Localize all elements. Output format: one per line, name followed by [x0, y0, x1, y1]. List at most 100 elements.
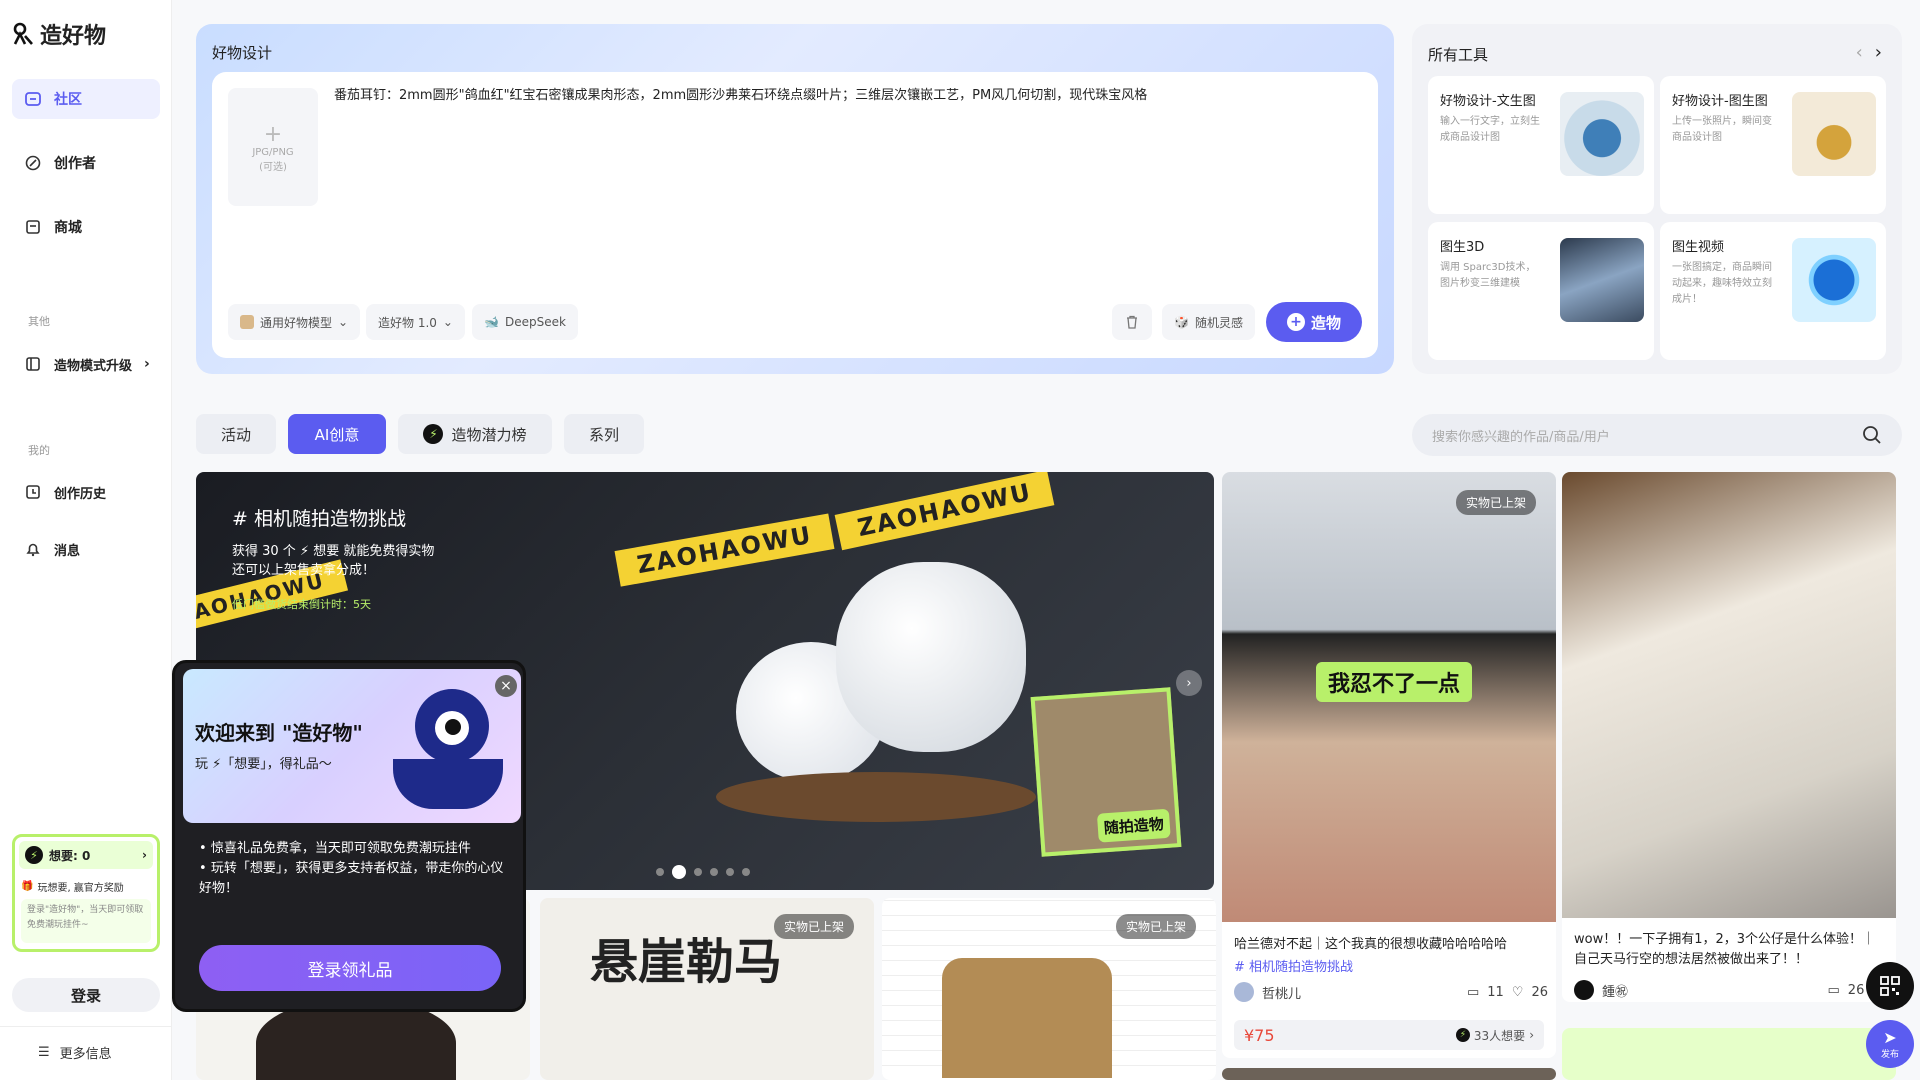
dot[interactable]	[672, 865, 686, 879]
avatar[interactable]	[1574, 980, 1594, 1000]
sidebar-item-messages[interactable]: 消息	[12, 529, 160, 569]
qr-code-button[interactable]	[1866, 962, 1914, 1010]
card-calligraphy: 悬崖勒马	[590, 934, 783, 990]
card-title: wow！！一下子拥有1，2，3个公仔是什么体验！｜自己天马行空的想法居然被做出来…	[1574, 932, 1876, 967]
comment-count: 11	[1487, 984, 1504, 1000]
feed-card[interactable]	[1222, 1068, 1556, 1080]
banner-sign: 随拍造物	[1030, 687, 1182, 857]
feed-card[interactable]	[1562, 1028, 1896, 1080]
tab-potential-rank[interactable]: ⚡ 造物潜力榜	[398, 414, 552, 454]
feed-card[interactable]: 实物已上架 我忍不了一点 哈兰德对不起｜这个我真的很想收藏哈哈哈哈哈 # 相机随…	[1222, 472, 1556, 1058]
design-input-area: + JPG/PNG (可选) 番茄耳钉：2mm圆形"鸽血红"红宝石密镶成果肉形态…	[212, 72, 1378, 358]
sidebar-item-history[interactable]: 创作历史	[12, 472, 160, 512]
user-name[interactable]: 哲桃儿	[1262, 983, 1301, 1002]
banner-platform	[716, 772, 1036, 822]
tool-card-img2video[interactable]: 图生视频 一张图搞定，商品瞬间动起来，趣味特效立刻成片！	[1660, 222, 1886, 360]
feed-card[interactable]: 悬崖勒马 实物已上架	[540, 898, 874, 1080]
model-icon	[240, 315, 254, 329]
delete-button[interactable]	[1112, 304, 1152, 340]
bullet-text: 玩转「想要」，获得更多支持者权益，带走你的心仪好物！	[199, 861, 504, 896]
comment-icon[interactable]: ▭	[1828, 983, 1840, 998]
modal-bullets: • 惊喜礼品免费拿，当天即可领取免费潮玩挂件 • 玩转「想要」，获得更多支持者权…	[199, 839, 509, 899]
search-icon[interactable]	[1862, 425, 1882, 445]
tool-title: 图生视频	[1672, 240, 1725, 255]
sidebar-item-creators[interactable]: 创作者	[12, 143, 160, 183]
feed-card[interactable]: 实物已上架	[882, 898, 1216, 1080]
bullet-item: • 惊喜礼品免费拿，当天即可领取免费潮玩挂件	[199, 841, 471, 856]
octopus-mascot	[415, 689, 489, 763]
upgrade-icon	[26, 357, 40, 371]
upload-image-button[interactable]: + JPG/PNG (可选)	[228, 88, 318, 206]
wish-desc: 登录"造好物"，当天即可领取免费潮玩挂件~	[21, 899, 151, 943]
dot[interactable]	[694, 868, 702, 876]
chevron-down-icon: ⌄	[338, 315, 349, 329]
tool-card-img2img[interactable]: 好物设计-图生图 上传一张照片，瞬间变商品设计图	[1660, 76, 1886, 214]
plus-circle-icon: +	[1286, 313, 1305, 331]
version-label: 造好物 1.0	[378, 315, 437, 330]
comment-icon[interactable]: ▭	[1467, 985, 1479, 1000]
tab-series[interactable]: 系列	[564, 414, 644, 454]
caution-tape: ZAOHAOWU	[834, 472, 1055, 551]
random-inspiration-button[interactable]: 🎲 随机灵感	[1162, 304, 1255, 340]
more-info-button[interactable]: ☰ 更多信息	[38, 1043, 112, 1062]
login-button[interactable]: 登录	[12, 978, 160, 1012]
user-name[interactable]: 鍾㊗	[1602, 981, 1628, 1000]
like-count: 26	[1531, 984, 1548, 1000]
wish-card[interactable]: ⚡ 想要: 0 › 🎁 玩想要, 赢官方奖励 登录"造好物"，当天即可领取免费潮…	[12, 834, 160, 952]
design-panel: 好物设计 + JPG/PNG (可选) 番茄耳钉：2mm圆形"鸽血红"红宝石密镶…	[196, 24, 1394, 374]
sidebar-item-label: 社区	[54, 92, 82, 108]
sidebar-item-community[interactable]: 社区	[12, 79, 160, 119]
sidebar-item-label: 创作者	[54, 156, 96, 172]
dot[interactable]	[742, 868, 750, 876]
search-input[interactable]: 搜索你感兴趣的作品/商品/用户	[1412, 414, 1902, 456]
card-tag[interactable]: # 相机随拍造物挑战	[1234, 956, 1353, 975]
avatar[interactable]	[1234, 982, 1254, 1002]
dot[interactable]	[656, 868, 664, 876]
chevron-left-icon[interactable]: ‹	[1856, 42, 1863, 63]
dot[interactable]	[726, 868, 734, 876]
tab-activities[interactable]: 活动	[196, 414, 276, 454]
qr-icon	[1880, 976, 1900, 996]
challenge-line1: 获得 30 个 ⚡ 想要 就能免费得实物	[232, 544, 435, 559]
publish-button[interactable]: ➤ 发布	[1866, 1020, 1914, 1068]
heart-icon[interactable]: ♡	[1512, 985, 1524, 1000]
modal-header-image: 欢迎来到 "造好物" 玩 ⚡「想要」，得礼品～	[183, 669, 521, 823]
prompt-textarea[interactable]: 番茄耳钉：2mm圆形"鸽血红"红宝石密镶成果肉形态，2mm圆形沙弗莱石环绕点缀叶…	[334, 86, 1334, 106]
brand-logo[interactable]: 造好物	[12, 18, 106, 50]
chevron-right-icon[interactable]: ›	[1875, 42, 1882, 63]
login-for-gift-button[interactable]: 登录领礼品	[199, 945, 501, 991]
feed-card[interactable]: wow！！一下子拥有1，2，3个公仔是什么体验！｜自己天马行空的想法居然被做出来…	[1562, 472, 1896, 1002]
chevron-right-icon: ›	[144, 356, 150, 372]
sidebar-item-upgrade[interactable]: 造物模式升级 ›	[12, 344, 160, 384]
sidebar-item-shop[interactable]: 商城	[12, 207, 160, 247]
comment-count: 26	[1847, 982, 1865, 998]
tool-desc: 一张图搞定，商品瞬间动起来，趣味特效立刻成片！	[1672, 262, 1772, 305]
creator-icon	[25, 155, 41, 171]
tool-image-pendant	[1792, 92, 1876, 176]
send-icon: ➤	[1883, 1028, 1897, 1047]
community-icon	[25, 92, 41, 106]
tool-card-img23d[interactable]: 图生3D 调用 Sparc3D技术，图片秒变三维建模	[1428, 222, 1654, 360]
deepseek-label: DeepSeek	[504, 315, 566, 329]
on-shelf-badge: 实物已上架	[1115, 914, 1196, 939]
tools-panel: 所有工具 ‹ › 好物设计-文生图 输入一行文字，立刻生成商品设计图 好物设计-…	[1412, 24, 1902, 374]
card-caption: 我忍不了一点	[1316, 662, 1473, 702]
history-icon	[26, 485, 40, 499]
tool-card-text2img[interactable]: 好物设计-文生图 输入一行文字，立刻生成商品设计图	[1428, 76, 1654, 214]
close-icon[interactable]: ×	[495, 675, 517, 697]
caution-tape: ZAOHAOWU	[614, 513, 835, 587]
deepseek-toggle[interactable]: 🐋 DeepSeek	[472, 304, 578, 340]
version-select[interactable]: 造好物 1.0 ⌄	[366, 304, 465, 340]
trash-icon	[1127, 315, 1137, 329]
deepseek-icon: 🐋	[484, 315, 499, 329]
tab-label: 造物潜力榜	[451, 425, 527, 444]
on-shelf-badge: 实物已上架	[1455, 490, 1536, 515]
tab-ai-creative[interactable]: AI创意	[288, 414, 386, 454]
more-info-label: 更多信息	[59, 1047, 112, 1062]
tool-title: 好物设计-图生图	[1672, 94, 1768, 109]
dot[interactable]	[710, 868, 718, 876]
price: ¥75	[1244, 1025, 1275, 1045]
make-button[interactable]: + 造物	[1266, 302, 1362, 342]
chevron-right-icon[interactable]: ›	[1176, 670, 1202, 696]
model-select[interactable]: 通用好物模型 ⌄	[228, 304, 361, 340]
